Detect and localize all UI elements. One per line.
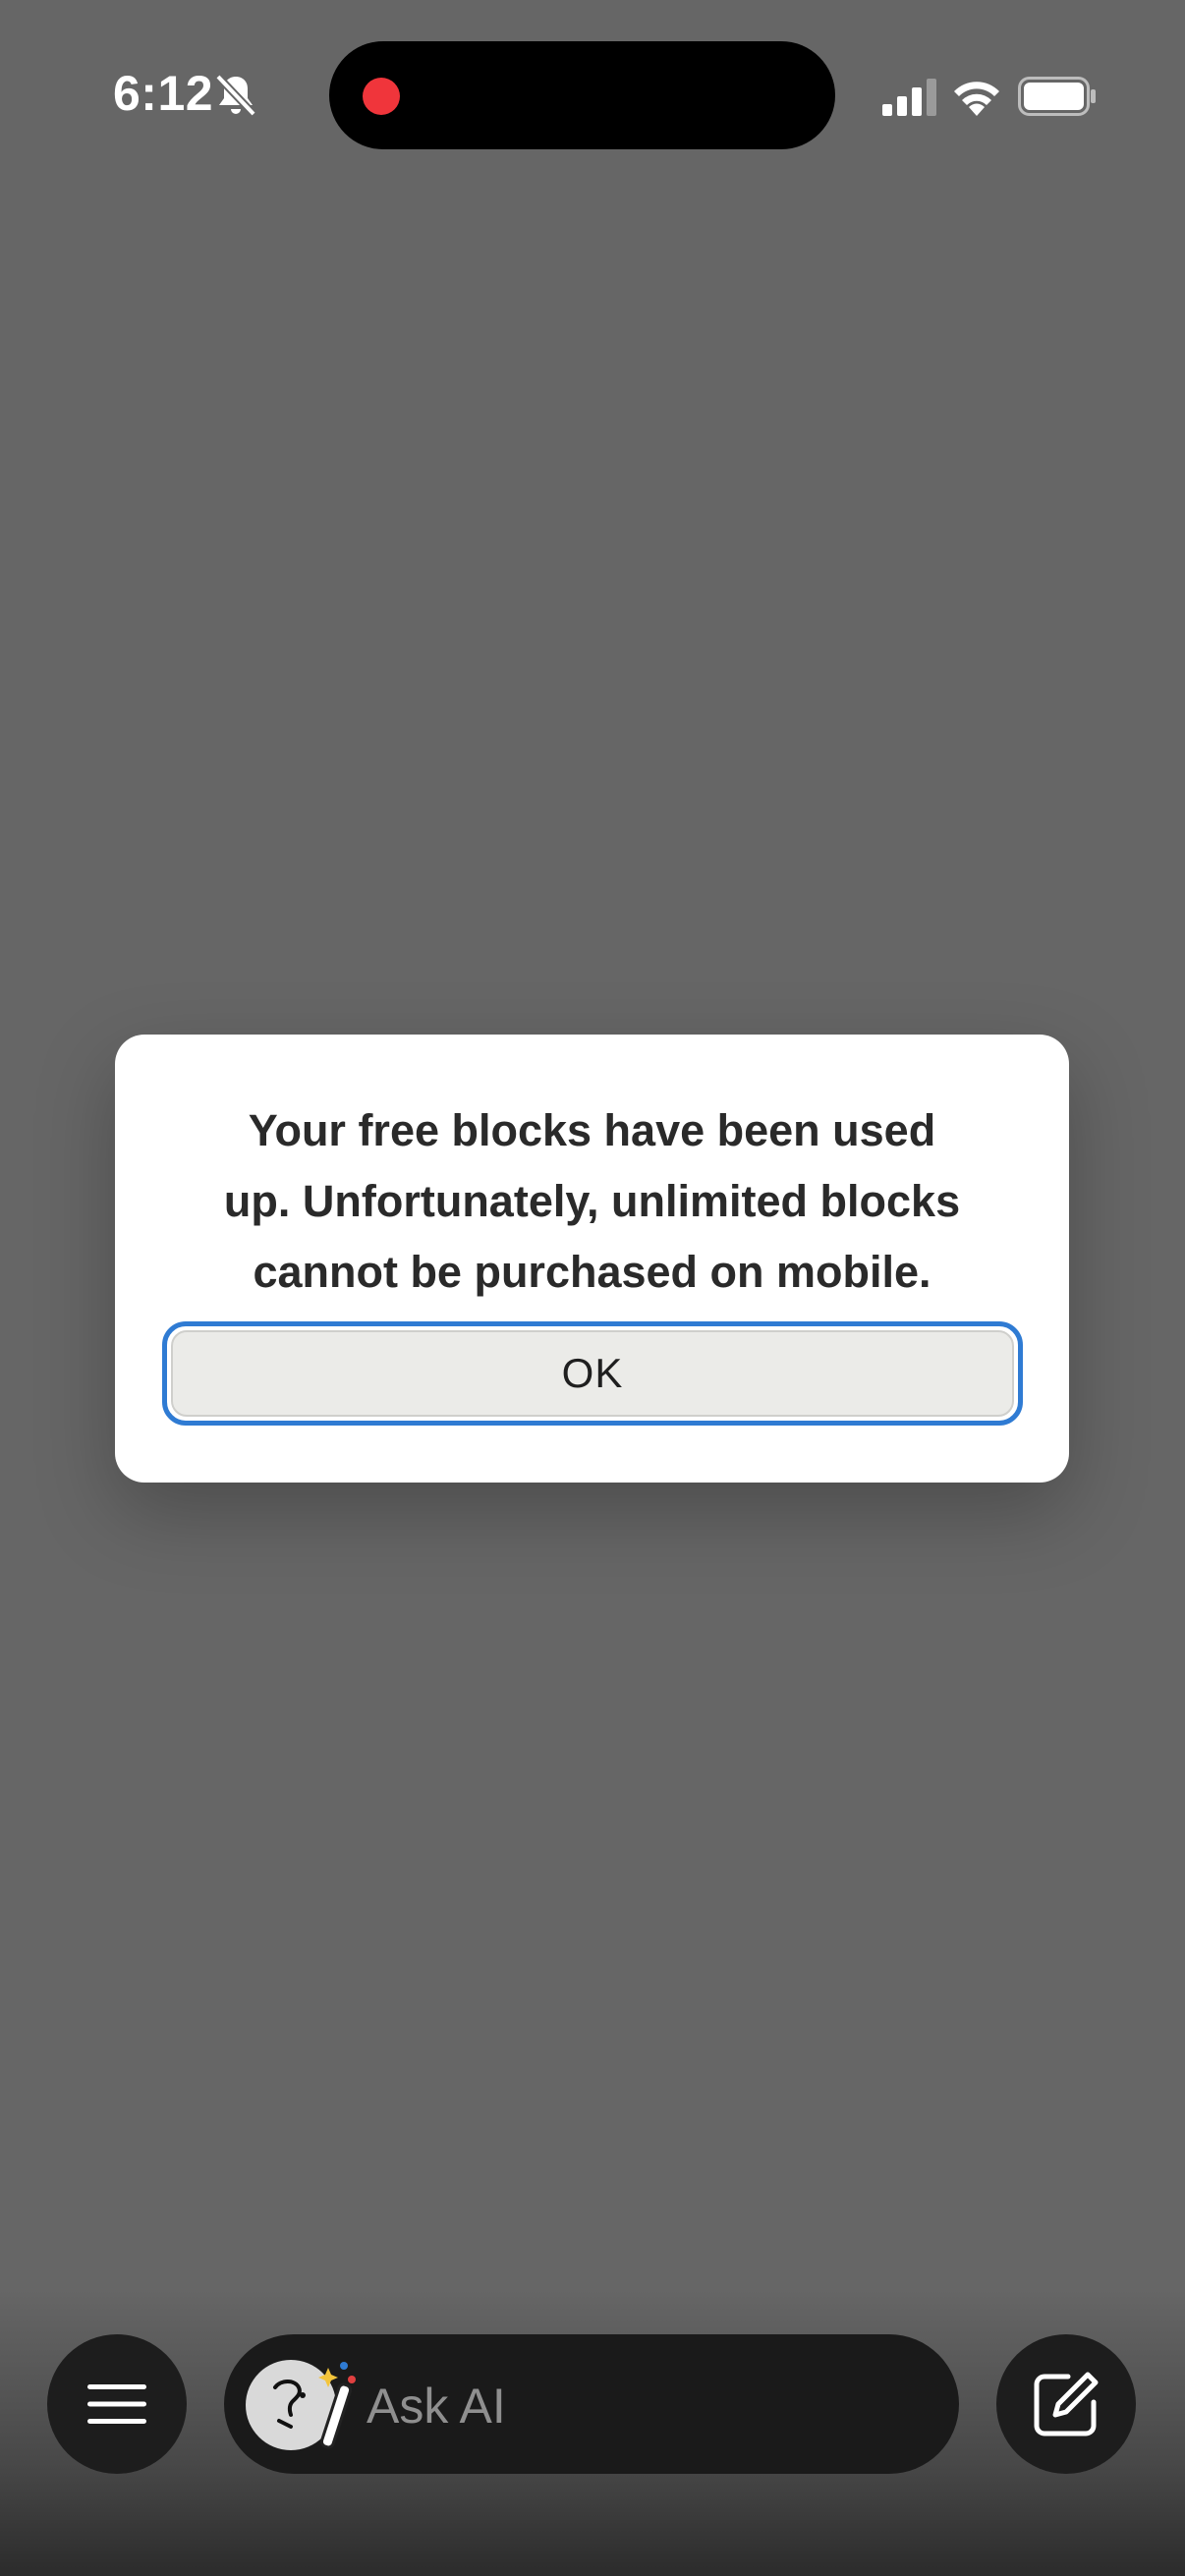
ask-ai-placeholder: Ask AI	[367, 2379, 506, 2434]
signal-icon	[882, 79, 936, 116]
ask-ai-input[interactable]: Ask AI	[224, 2334, 959, 2474]
dialog-message: Your free blocks have been used up. Unfo…	[223, 1105, 961, 1297]
compose-icon	[1034, 2372, 1099, 2436]
app-screen: 6:12 Your free blocks have been used up.…	[0, 0, 1185, 2576]
wifi-icon	[954, 82, 999, 116]
alert-dialog: Your free blocks have been used up. Unfo…	[115, 1035, 1069, 1483]
bell-slash-icon	[215, 74, 256, 117]
ok-button[interactable]: OK	[162, 1321, 1023, 1426]
compose-button[interactable]	[996, 2334, 1136, 2474]
ok-button-label: OK	[171, 1330, 1014, 1417]
status-time: 6:12	[113, 66, 214, 121]
menu-button[interactable]	[47, 2334, 187, 2474]
recording-indicator-icon	[363, 78, 400, 115]
magic-wand-icon	[318, 2362, 356, 2449]
hamburger-menu-icon	[87, 2384, 146, 2424]
dynamic-island	[329, 41, 835, 149]
battery-icon	[1018, 77, 1096, 116]
